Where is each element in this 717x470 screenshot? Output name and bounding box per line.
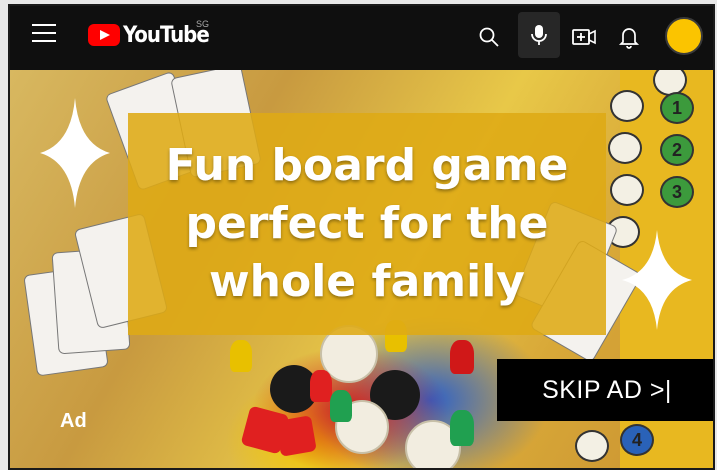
avatar[interactable] bbox=[665, 17, 703, 55]
board-slot bbox=[610, 174, 644, 206]
slot-number: 2 bbox=[671, 139, 682, 160]
pawn-piece bbox=[230, 340, 252, 372]
youtube-window: YouTube SG 1 2 3 4 Fun board game perfec… bbox=[8, 4, 715, 470]
headline-line: Fun board game bbox=[165, 140, 569, 191]
ad-video[interactable]: 1 2 3 4 Fun board game perfect for the w… bbox=[10, 70, 713, 468]
headline-line: perfect for the bbox=[185, 198, 549, 249]
ad-label: Ad bbox=[60, 410, 87, 432]
youtube-logo[interactable]: YouTube SG bbox=[88, 19, 210, 49]
search-icon[interactable] bbox=[472, 20, 506, 54]
board-slot bbox=[610, 90, 644, 122]
pawn-piece bbox=[450, 340, 474, 374]
pawn-piece bbox=[330, 390, 352, 422]
top-bar: YouTube SG bbox=[10, 6, 713, 68]
board-slot: 4 bbox=[620, 424, 654, 456]
board-slot: 2 bbox=[660, 134, 694, 166]
notifications-icon[interactable] bbox=[612, 20, 646, 54]
headline-line: whole family bbox=[209, 256, 525, 307]
board-slot bbox=[608, 132, 642, 164]
slot-number: 4 bbox=[631, 429, 642, 450]
ad-headline: Fun board game perfect for the whole fam… bbox=[128, 137, 606, 311]
dice bbox=[275, 415, 317, 457]
pawn-piece bbox=[450, 410, 474, 446]
ad-headline-panel: Fun board game perfect for the whole fam… bbox=[128, 113, 606, 335]
slot-number: 1 bbox=[671, 97, 682, 118]
region-label: SG bbox=[196, 19, 210, 29]
mic-icon bbox=[522, 18, 556, 52]
board-slot: 3 bbox=[660, 176, 694, 208]
pawn-piece bbox=[310, 370, 332, 402]
board-slot bbox=[575, 430, 609, 462]
skip-ad-button[interactable]: SKIP AD >| bbox=[497, 359, 713, 421]
youtube-play-icon bbox=[88, 24, 120, 46]
sparkle-icon bbox=[40, 98, 110, 208]
slot-number: 3 bbox=[671, 181, 682, 202]
create-icon[interactable] bbox=[567, 20, 601, 54]
menu-icon[interactable] bbox=[32, 24, 56, 44]
voice-search-button[interactable] bbox=[518, 12, 560, 58]
board-slot: 1 bbox=[660, 92, 694, 124]
sparkle-icon bbox=[622, 230, 692, 330]
